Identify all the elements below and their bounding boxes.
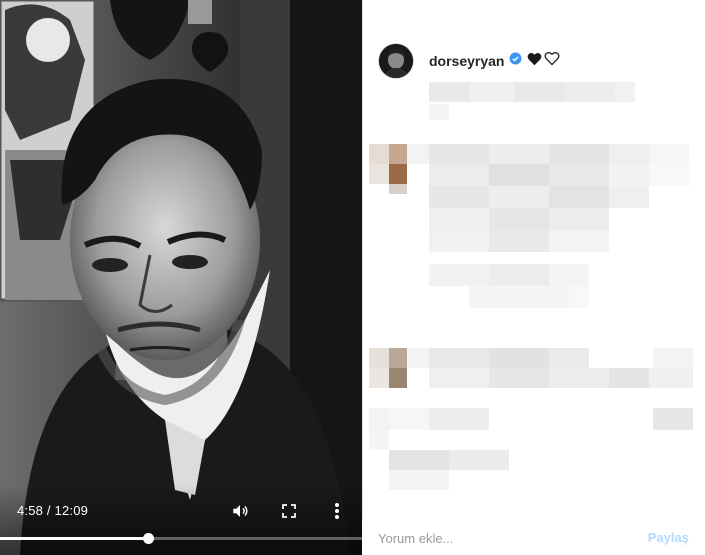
post-header: dorseyryan	[379, 44, 560, 78]
post-username[interactable]: dorseyryan	[429, 53, 504, 69]
comment-input[interactable]	[378, 528, 598, 548]
video-progress-fill	[0, 537, 148, 540]
volume-icon[interactable]	[230, 501, 250, 521]
avatar[interactable]	[379, 44, 413, 78]
share-button[interactable]: Paylaş	[648, 530, 689, 545]
video-progress-thumb[interactable]	[143, 533, 154, 544]
video-player[interactable]: 4:58 / 12:09	[0, 0, 362, 555]
fullscreen-icon[interactable]	[279, 501, 299, 521]
video-time: 4:58 / 12:09	[17, 503, 89, 518]
white-heart-icon	[544, 51, 560, 71]
video-frame	[0, 0, 362, 555]
video-progress-bar[interactable]	[0, 533, 362, 544]
verified-badge-icon	[509, 52, 522, 70]
black-heart-icon	[527, 52, 542, 71]
comment-bar: Paylaş	[362, 520, 705, 555]
comments-panel: dorseyryan	[362, 0, 705, 555]
video-controls-overlay	[0, 485, 362, 555]
pixelated-comments	[369, 82, 693, 490]
more-vertical-icon[interactable]	[327, 501, 347, 521]
